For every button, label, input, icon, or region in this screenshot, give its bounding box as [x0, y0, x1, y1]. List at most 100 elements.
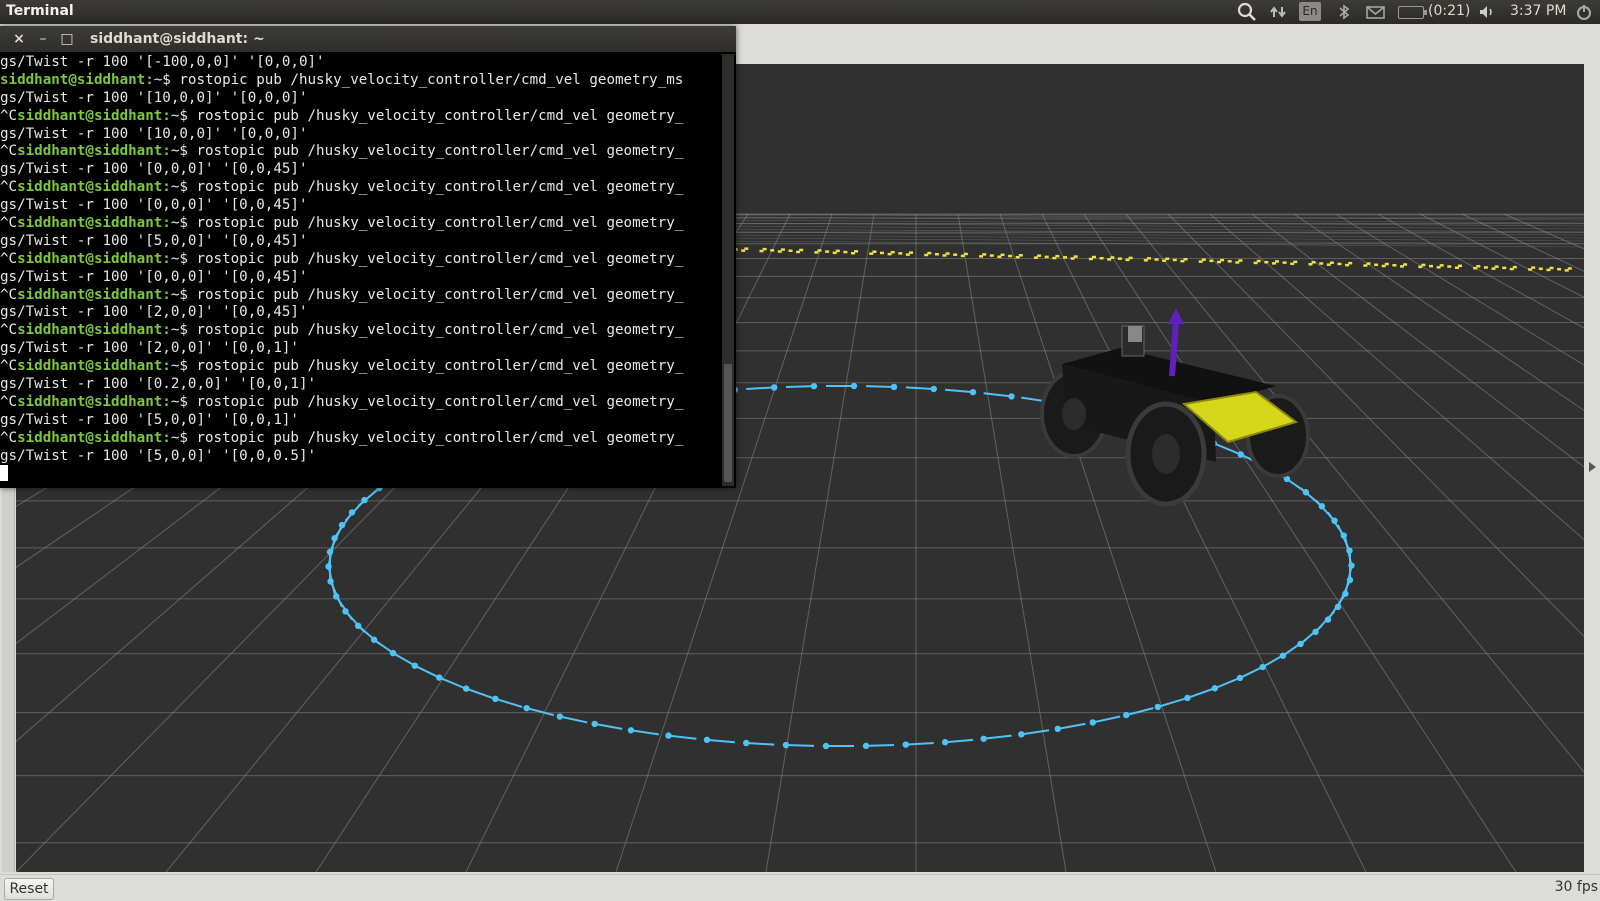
terminal-text: gs/Twist -r 100 '[2,0,0]' '[0,0,45]'	[0, 304, 308, 321]
bluetooth-icon[interactable]	[1338, 3, 1350, 21]
terminal-line: gs/Twist -r 100 '[0,0,0]' '[0,0,45]'	[0, 161, 722, 179]
terminal-line: gs/Twist -r 100 '[0.2,0,0]' '[0,0,1]'	[0, 376, 722, 394]
clock[interactable]: 3:37 PM	[1510, 3, 1566, 21]
grid-line	[1503, 213, 1584, 250]
terminal-text: ~$ rostopic pub /husky_velocity_controll…	[170, 322, 684, 339]
laser-point	[1063, 256, 1067, 259]
laser-point	[1384, 262, 1389, 266]
laser-point	[1165, 257, 1170, 261]
laser-point	[1538, 267, 1543, 271]
path-arrowhead	[862, 742, 870, 750]
grid-line	[1461, 213, 1584, 272]
terminal-text: ~$ rostopic pub /husky_velocity_controll…	[170, 143, 684, 160]
keyboard-language-badge[interactable]: En	[1299, 2, 1321, 21]
terminal-titlebar[interactable]: × – □ siddhant@siddhant: ~	[0, 26, 736, 52]
terminal-text: ~$ rostopic pub /husky_velocity_controll…	[170, 107, 684, 124]
path-arrowhead	[523, 704, 530, 712]
grid-line	[715, 219, 1584, 227]
path-arrow	[1214, 676, 1242, 690]
terminal-text: gs/Twist -r 100 '[0,0,0]' '[0,0,45]'	[0, 161, 308, 178]
path-arrowhead	[822, 742, 830, 750]
path-arrow	[746, 742, 775, 746]
laser-point	[1220, 258, 1225, 262]
laser-point	[1146, 257, 1151, 260]
axis-z-arrowhead	[1168, 308, 1184, 324]
interrupt-prefix: ^C	[0, 107, 18, 124]
minimize-button[interactable]: –	[34, 30, 52, 48]
interrupt-prefix: ^C	[0, 179, 18, 196]
interrupt-prefix: ^C	[0, 358, 18, 375]
terminal-text: gs/Twist -r 100 '[5,0,0]' '[0,0,0.5]'	[0, 447, 317, 464]
laser-point	[1476, 265, 1481, 268]
grid-line	[1041, 213, 1367, 872]
battery-icon[interactable]	[1398, 6, 1427, 19]
shell-prompt: siddhant@siddhant:	[17, 286, 171, 303]
terminal-line: gs/Twist -r 100 '[2,0,0]' '[0,0,1]'	[0, 340, 722, 358]
path-arrow	[1262, 652, 1288, 668]
maximize-button[interactable]: □	[58, 30, 76, 48]
terminal-text: gs/Twist -r 100 '[0,0,0]' '[0,0,45]'	[0, 197, 308, 214]
terminal-window[interactable]: × – □ siddhant@siddhant: ~ gs/Twist -r 1…	[0, 26, 736, 488]
laser-point	[1337, 262, 1342, 266]
laser-point	[1421, 263, 1426, 267]
terminal-output[interactable]: gs/Twist -r 100 '[-100,0,0]' '[0,0,0]' si…	[0, 54, 722, 486]
power-gear-icon[interactable]	[1574, 3, 1594, 21]
terminal-line: gs/Twist -r 100 '[-100,0,0]' '[0,0,0]'	[0, 54, 722, 72]
path-arrowhead	[1154, 703, 1162, 711]
path-arrow	[668, 734, 697, 740]
terminal-line: ^Csiddhant@siddhant:~$ rostopic pub /hus…	[0, 394, 722, 412]
terminal-line: ^Csiddhant@siddhant:~$ rostopic pub /hus…	[0, 215, 722, 233]
close-button[interactable]: ×	[10, 30, 28, 48]
grid-line	[715, 234, 1584, 242]
shell-prompt: siddhant@siddhant:	[17, 107, 171, 124]
terminal-line: gs/Twist -r 100 '[0,0,0]' '[0,0,45]'	[0, 269, 722, 287]
laser-point	[1008, 254, 1013, 258]
search-icon[interactable]	[1236, 2, 1258, 22]
path-arrowhead	[665, 732, 672, 739]
path-arrow	[630, 729, 659, 736]
grid-line	[1251, 213, 1584, 468]
path-arrowhead	[930, 385, 937, 393]
path-arrow	[865, 744, 895, 747]
app-title: Terminal	[6, 3, 74, 19]
terminal-scrollbar[interactable]	[722, 54, 734, 486]
path-arrowhead	[1018, 731, 1025, 738]
shell-prompt: siddhant@siddhant:	[17, 322, 171, 339]
volume-icon[interactable]	[1478, 3, 1496, 21]
path-arrowhead	[743, 739, 750, 747]
laser-point	[1512, 265, 1517, 269]
laser-point	[1201, 258, 1206, 261]
path-arrowhead	[1008, 393, 1015, 400]
terminal-line: gs/Twist -r 100 '[5,0,0]' '[0,0,45]'	[0, 233, 722, 251]
path-arrow	[559, 715, 588, 724]
scrollbar-thumb[interactable]	[724, 364, 732, 482]
mail-icon[interactable]	[1365, 3, 1387, 21]
battery-time: (0:21)	[1428, 3, 1471, 19]
collapse-right-arrow-icon[interactable]	[1589, 462, 1596, 472]
laser-point	[1439, 264, 1444, 267]
laser-point	[1319, 262, 1324, 265]
path-arrow	[865, 385, 895, 388]
path-arrowhead	[1184, 694, 1191, 702]
path-arrow	[945, 388, 974, 394]
terminal-text: ~$ rostopic pub /husky_velocity_controll…	[170, 393, 684, 410]
grid-line	[1335, 213, 1584, 366]
path-arrow	[1057, 722, 1086, 730]
grid-line	[1125, 213, 1584, 773]
reset-button[interactable]: Reset	[4, 878, 54, 900]
laser-point	[817, 249, 822, 252]
interrupt-prefix: ^C	[0, 322, 18, 339]
interrupt-prefix: ^C	[0, 215, 18, 232]
laser-point	[835, 249, 840, 253]
path-arrowhead	[941, 739, 949, 746]
path-arrow	[1214, 442, 1242, 456]
laser-point	[909, 251, 913, 254]
network-icon[interactable]	[1270, 3, 1288, 21]
terminal-input-line[interactable]	[0, 465, 722, 483]
path-arrow	[905, 386, 934, 390]
terminal-line: ^Csiddhant@siddhant:~$ rostopic pub /hus…	[0, 251, 722, 269]
path-arrow	[1187, 687, 1215, 699]
shell-prompt: siddhant@siddhant:	[17, 179, 171, 196]
laser-point	[1092, 255, 1096, 259]
path-arrow	[465, 687, 493, 699]
